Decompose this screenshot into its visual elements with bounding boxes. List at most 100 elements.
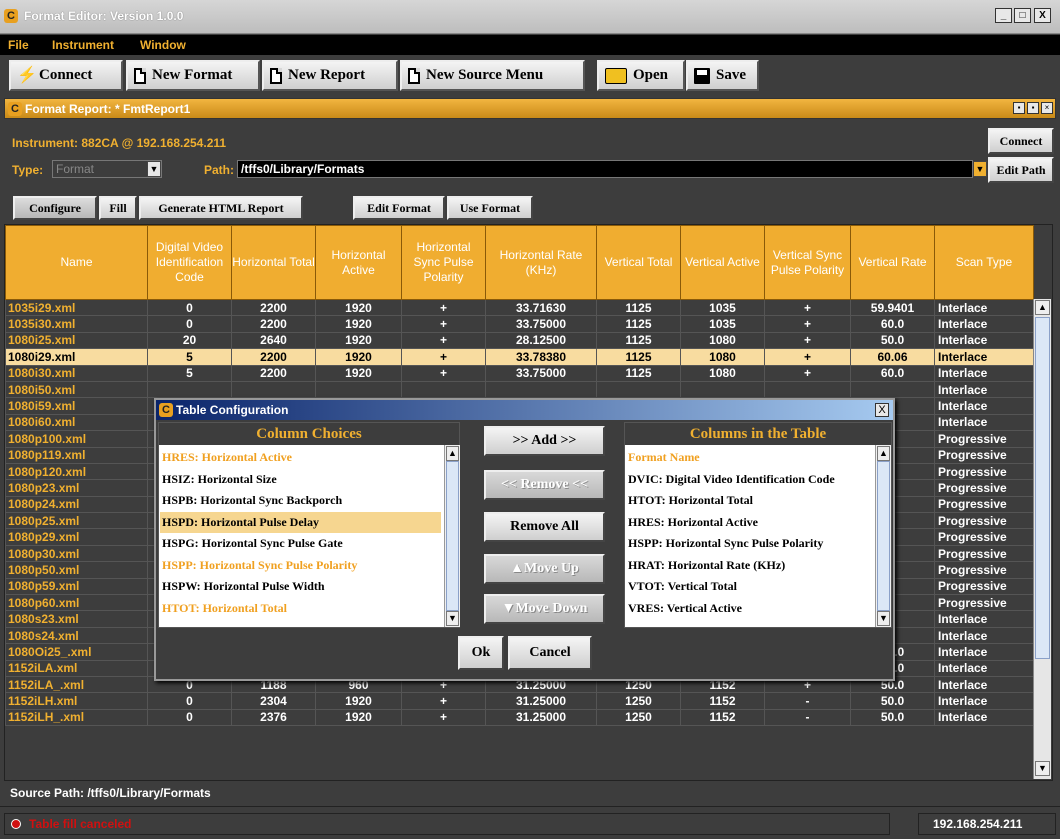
list-item[interactable]: DVIC: Digital Video Identification Code [628, 469, 835, 490]
close-button[interactable]: X [1034, 8, 1051, 23]
table-row[interactable]: 1080i25.xml 20 2640 1920 +28.12500 1125 1080 +5… [5, 331, 1034, 350]
scroll-up-icon[interactable]: ▲ [1035, 300, 1050, 315]
table-cell: 1125 [596, 315, 681, 333]
maximize-button[interactable]: □ [1014, 8, 1031, 23]
connect-toolbar-button[interactable]: ⚡ Connect [9, 60, 123, 91]
column-header[interactable]: Digital Video Identification Code [147, 225, 232, 300]
menu-window[interactable]: Window [140, 38, 186, 52]
list-item[interactable]: HTOT: Horizontal Total [162, 598, 287, 619]
column-header[interactable]: Scan Type [934, 225, 1034, 300]
configure-button[interactable]: Configure [13, 196, 97, 220]
path-dropdown-icon[interactable]: ▼ [973, 161, 987, 177]
fill-button[interactable]: Fill [99, 196, 137, 220]
scroll-down-icon[interactable]: ▼ [877, 611, 890, 626]
table-row[interactable]: 1080i50.xml Interlace [5, 380, 1034, 399]
list-item[interactable]: HSPP: Horizontal Sync Pulse Polarity [162, 555, 357, 576]
connect-instrument-button[interactable]: Connect [988, 128, 1054, 154]
table-cell: Interlace [934, 298, 1034, 317]
scrollbar-thumb[interactable] [1035, 317, 1050, 659]
column-header[interactable]: Vertical Total [596, 225, 681, 300]
table-row[interactable]: 1080i30.xml 5 2200 1920 +33.75000 1125 1080 +60… [5, 364, 1034, 382]
remove-all-button[interactable]: Remove All [484, 512, 605, 542]
cancel-button[interactable]: Cancel [508, 636, 592, 670]
column-choices-list[interactable]: Column Choices HRES: Horizontal Active HS… [158, 422, 460, 628]
list-item[interactable]: VRES: Vertical Active [628, 598, 742, 619]
ok-button[interactable]: Ok [458, 636, 504, 670]
table-cell: 1125 [596, 364, 681, 382]
table-cell: 1080 [680, 331, 765, 350]
table-row[interactable]: 1080i29.xml 5 2200 1920 +33.78380 1125 1080 +60… [5, 348, 1034, 366]
use-format-button[interactable]: Use Format [447, 196, 533, 220]
format-name-cell: 1080i29.xml [5, 348, 148, 366]
table-row[interactable]: 1152iLH.xml 0 2304 1920 +31.25000 1250 1152-50… [5, 692, 1034, 710]
open-label: Open [633, 67, 669, 83]
columns-in-table-list[interactable]: Columns in the Table Format Name DVIC: Di… [624, 422, 892, 628]
list-item[interactable]: HSPW: Horizontal Pulse Width [162, 576, 325, 597]
minimize-button[interactable]: _ [995, 8, 1012, 23]
move-up-button[interactable]: ▲ Move Up [484, 554, 605, 584]
list-item[interactable]: HRES: Horizontal Active [162, 447, 292, 468]
scroll-up-icon[interactable]: ▲ [446, 446, 459, 461]
list-item[interactable]: HRAT: Horizontal Rate (KHz) [628, 555, 785, 576]
format-name-cell: 1152iLA.xml [5, 659, 148, 677]
new-format-button[interactable]: New Format [126, 60, 260, 91]
table-scrollbar[interactable]: ▲ ▼ [1033, 299, 1051, 779]
column-header[interactable]: Vertical Rate [850, 225, 935, 300]
list-item[interactable]: Format Name [628, 447, 700, 468]
table-row[interactable]: 1035i30.xml 0 2200 1920 +33.75000 1125 1035 +60… [5, 315, 1034, 333]
scrollbar-thumb[interactable] [877, 461, 890, 611]
open-button[interactable]: Open [597, 60, 685, 91]
edit-path-button[interactable]: Edit Path [988, 157, 1054, 183]
maximize-icon[interactable]: ▪ [1027, 102, 1039, 114]
column-header[interactable]: Horizontal Total [231, 225, 316, 300]
add-button[interactable]: >> Add >> [484, 426, 605, 456]
list-item[interactable]: HSIZ: Horizontal Size [162, 469, 277, 490]
list-item[interactable]: HSPP: Horizontal Sync Pulse Polarity [628, 533, 823, 554]
path-field[interactable]: /tffs0/Library/Formats [237, 160, 973, 178]
scroll-down-icon[interactable]: ▼ [446, 611, 459, 626]
generate-html-report-button[interactable]: Generate HTML Report [139, 196, 303, 220]
table-cell: 33.75000 [485, 315, 597, 333]
column-header[interactable]: Name [5, 225, 148, 300]
table-row[interactable]: 1152iLH_.xml 0 2376 1920 +31.25000 1250 1152-5… [5, 708, 1034, 727]
column-header[interactable]: Horizontal Active [315, 225, 402, 300]
dialog-close-icon[interactable]: X [875, 403, 889, 417]
table-cell: + [764, 364, 851, 382]
new-report-button[interactable]: New Report [262, 60, 398, 91]
table-cell: + [401, 692, 486, 710]
new-source-menu-button[interactable]: New Source Menu [400, 60, 585, 91]
list-item[interactable]: HRES: Horizontal Active [628, 512, 758, 533]
edit-format-button[interactable]: Edit Format [353, 196, 445, 220]
scroll-down-icon[interactable]: ▼ [1035, 761, 1050, 776]
column-header[interactable]: Vertical Active [680, 225, 765, 300]
window-title-bar: C Format Editor: Version 1.0.0 _ □ X [0, 0, 1060, 34]
list-item[interactable]: VTOT: Vertical Total [628, 576, 737, 597]
menu-instrument[interactable]: Instrument [52, 38, 114, 52]
list-item[interactable]: HSPD: Horizontal Pulse Delay [160, 511, 441, 533]
column-header[interactable]: Horizontal Rate (KHz) [485, 225, 597, 300]
table-cell: Interlace [934, 364, 1034, 382]
table-cell: Interlace [934, 348, 1034, 366]
scrollbar-thumb[interactable] [446, 461, 459, 611]
columns-scrollbar[interactable]: ▲ ▼ [875, 445, 891, 627]
close-icon[interactable]: × [1041, 102, 1053, 114]
choices-scrollbar[interactable]: ▲ ▼ [444, 445, 460, 627]
move-down-button[interactable]: ▼ Move Down [484, 594, 605, 624]
save-button[interactable]: Save [686, 60, 759, 91]
column-header[interactable]: Vertical Sync Pulse Polarity [764, 225, 851, 300]
table-cell: 0 [147, 692, 232, 710]
remove-button[interactable]: << Remove << [484, 470, 605, 500]
format-name-cell: 1080p50.xml [5, 561, 148, 579]
column-header[interactable]: Horizontal Sync Pulse Polarity [401, 225, 486, 300]
table-cell: Interlace [934, 397, 1034, 415]
scroll-up-icon[interactable]: ▲ [877, 446, 890, 461]
list-item[interactable]: HTOT: Horizontal Total [628, 490, 753, 511]
restore-icon[interactable]: ▪ [1013, 102, 1025, 114]
list-item[interactable]: HSPG: Horizontal Sync Pulse Gate [162, 533, 343, 554]
list-item[interactable]: HSPB: Horizontal Sync Backporch [162, 490, 342, 511]
type-select[interactable]: Format ▼ [52, 160, 162, 178]
menu-file[interactable]: File [8, 38, 29, 52]
format-name-cell: 1080Oi25_.xml [5, 643, 148, 661]
table-row[interactable]: 1035i29.xml 0 2200 1920 +33.71630 1125 1035 +59… [5, 298, 1034, 317]
table-cell [680, 380, 765, 399]
